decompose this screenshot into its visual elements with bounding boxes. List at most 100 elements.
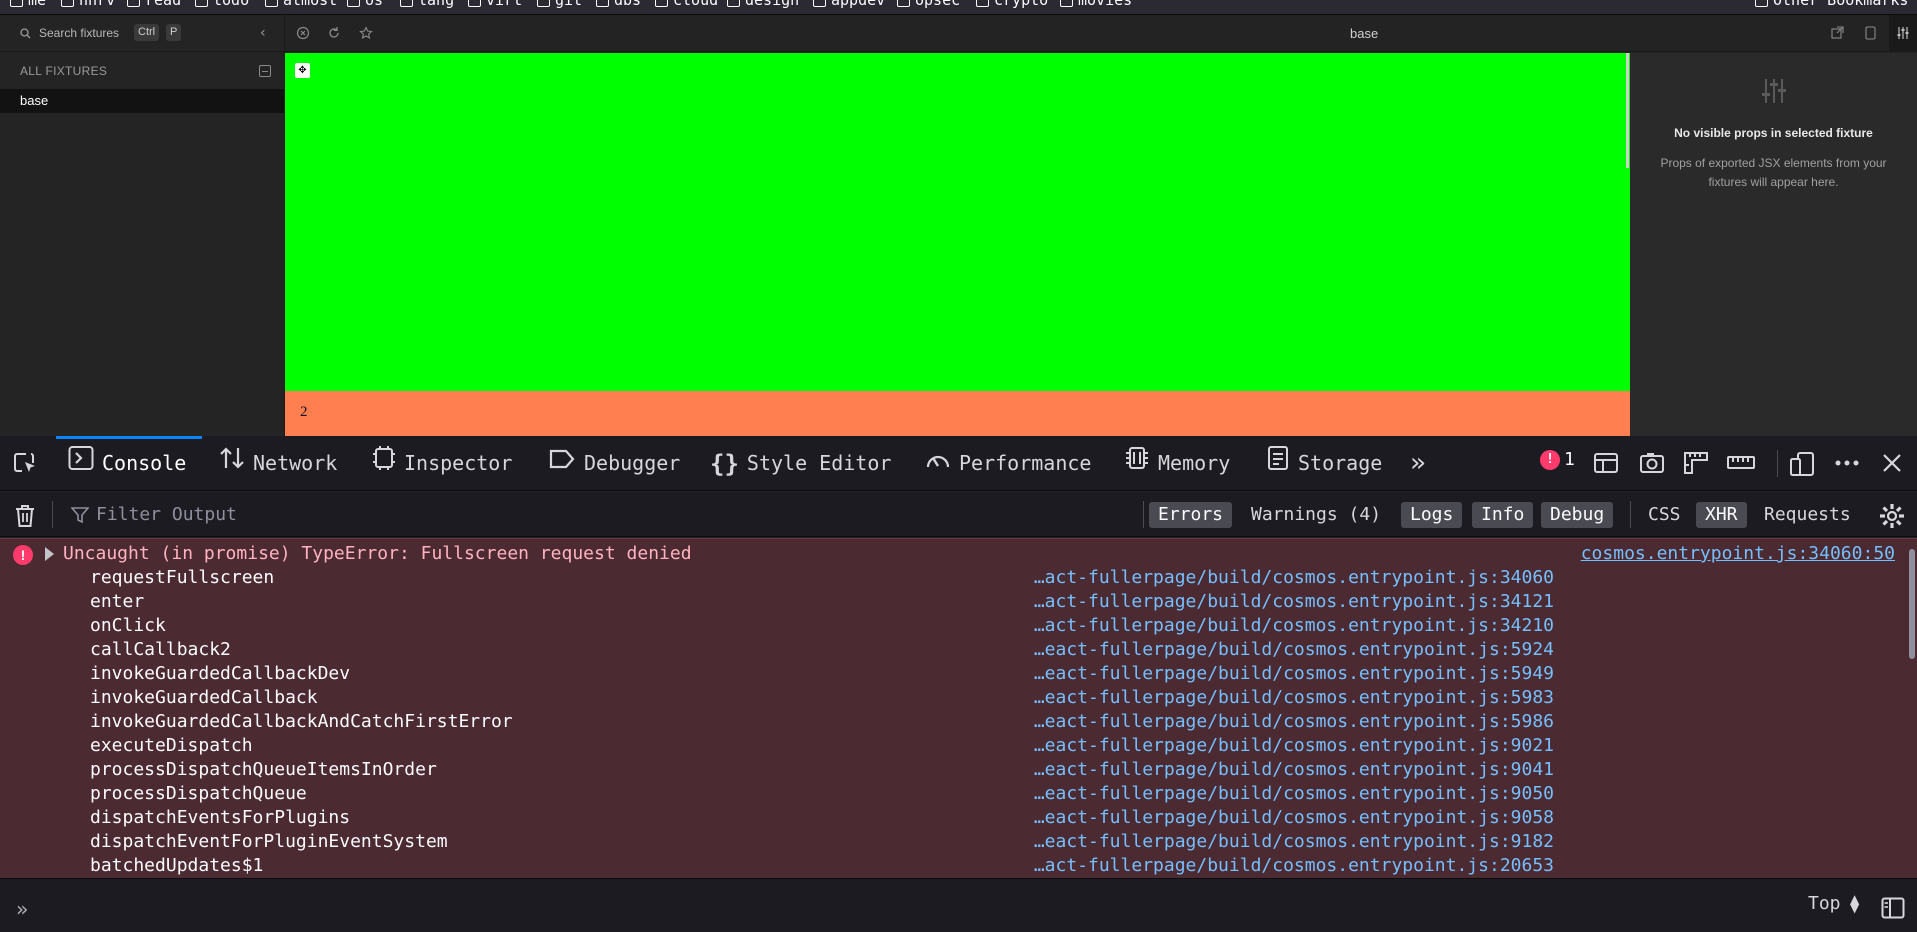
bookmark-folder[interactable]: lang: [400, 0, 454, 9]
console-prompt-icon: »: [16, 897, 29, 921]
expand-arrow-icon[interactable]: [45, 547, 54, 561]
storage-icon: [1266, 437, 1290, 492]
folder-icon: [727, 0, 740, 7]
stack-frame-location[interactable]: …eact-fullerpage/build/cosmos.entrypoint…: [1034, 783, 1554, 804]
tab-style-editor[interactable]: {} Style Editor: [710, 436, 891, 491]
star-icon[interactable]: [359, 26, 373, 43]
filter-errors-button[interactable]: Errors: [1149, 502, 1233, 528]
tab-console[interactable]: Console: [55, 436, 203, 491]
stack-frame-location[interactable]: …eact-fullerpage/build/cosmos.entrypoint…: [1034, 687, 1554, 708]
fixtures-sidebar: Search fixtures Ctrl P ‹ ALL FIXTURES ba…: [0, 15, 285, 436]
stack-frame-location[interactable]: …eact-fullerpage/build/cosmos.entrypoint…: [1034, 663, 1554, 684]
bookmark-folder[interactable]: git: [537, 0, 582, 9]
tab-network[interactable]: Network: [219, 436, 337, 491]
clear-console-icon[interactable]: [14, 503, 36, 529]
bookmark-folder[interactable]: todo: [195, 0, 249, 9]
stack-frame-location[interactable]: …eact-fullerpage/build/cosmos.entrypoint…: [1034, 711, 1554, 732]
error-icon: !: [13, 545, 33, 565]
filter-info-button[interactable]: Info: [1472, 502, 1534, 528]
refresh-icon[interactable]: [327, 26, 341, 43]
other-bookmarks[interactable]: Other Bookmarks: [1755, 0, 1908, 9]
responsive-design-icon[interactable]: [1789, 451, 1815, 477]
context-selector[interactable]: Top: [1808, 893, 1841, 914]
bookmark-folder[interactable]: os: [347, 0, 383, 9]
folder-icon: [596, 0, 609, 7]
fixture-preview[interactable]: ✥ 2: [285, 53, 1630, 436]
filter-output-input[interactable]: [96, 499, 1136, 529]
stack-frame: requestFullscreen …act-fullerpage/build/c…: [0, 567, 1900, 591]
close-fixture-icon[interactable]: [296, 26, 310, 43]
tab-inspector[interactable]: Inspector: [372, 436, 512, 491]
bookmark-label: virt: [486, 0, 523, 9]
bookmark-label: crypto: [994, 0, 1049, 9]
bookmark-folder[interactable]: crypto: [976, 0, 1048, 9]
rulers-icon[interactable]: [1683, 451, 1709, 475]
tab-storage[interactable]: Storage: [1266, 436, 1382, 491]
console-input-row[interactable]: » Top ▲ ▼: [0, 878, 1917, 932]
tab-memory[interactable]: Memory: [1124, 436, 1230, 491]
stack-frame-location[interactable]: …act-fullerpage/build/cosmos.entrypoint.…: [1034, 591, 1554, 612]
stack-frame-location[interactable]: …eact-fullerpage/build/cosmos.entrypoint…: [1034, 831, 1554, 852]
context-chevron-icon[interactable]: ▲ ▼: [1850, 893, 1859, 914]
stack-frame: dispatchEventForPluginEventSystem …eact-f…: [0, 831, 1900, 855]
bookmark-folder[interactable]: virt: [468, 0, 522, 9]
filter-xhr-button[interactable]: XHR: [1696, 502, 1747, 528]
filter-warnings-button[interactable]: Warnings (4): [1242, 502, 1390, 528]
bookmark-label: design: [745, 0, 800, 9]
element-picker-icon[interactable]: [12, 451, 38, 477]
bookmark-folder[interactable]: hnrv: [61, 0, 115, 9]
stack-frame-location[interactable]: …eact-fullerpage/build/cosmos.entrypoint…: [1034, 639, 1554, 660]
responsive-mode-icon[interactable]: [1865, 26, 1876, 43]
bookmarks-bar: me hnrv read todo atmost os lang virt git dbs clou…: [0, 0, 1917, 15]
tab-debugger[interactable]: Debugger: [548, 436, 680, 491]
bookmark-folder[interactable]: cloud: [655, 0, 718, 9]
console-scrollbar[interactable]: [1909, 549, 1915, 659]
stack-frame-function: executeDispatch: [90, 735, 253, 756]
bookmark-folder[interactable]: atmost: [265, 0, 337, 9]
tab-performance[interactable]: Performance: [925, 436, 1091, 491]
bookmark-folder[interactable]: opsec: [897, 0, 960, 9]
error-source-link[interactable]: cosmos.entrypoint.js:34060:50: [1581, 543, 1895, 564]
filter-css-button[interactable]: CSS: [1639, 502, 1690, 528]
more-tabs-icon[interactable]: »: [1410, 436, 1426, 491]
folder-icon: [897, 0, 910, 7]
collapse-sidebar-icon[interactable]: ‹: [260, 25, 266, 41]
folder-icon: [655, 0, 668, 7]
console-settings-icon[interactable]: [1879, 503, 1905, 529]
drag-handle-icon[interactable]: ✥: [295, 63, 310, 78]
stack-frame: executeDispatch …eact-fullerpage/build/co…: [0, 735, 1900, 759]
stack-frame-location[interactable]: …eact-fullerpage/build/cosmos.entrypoint…: [1034, 759, 1554, 780]
bookmark-folder[interactable]: appdev: [813, 0, 885, 9]
bookmark-folder[interactable]: read: [127, 0, 181, 9]
stack-frame-location[interactable]: …eact-fullerpage/build/cosmos.entrypoint…: [1034, 807, 1554, 828]
bookmark-folder[interactable]: dbs: [596, 0, 641, 9]
control-panel-toggle-icon[interactable]: [1889, 15, 1917, 52]
stack-frame-function: dispatchEventsForPlugins: [90, 807, 351, 828]
screenshot-icon[interactable]: [1639, 451, 1665, 475]
bookmark-folder[interactable]: design: [727, 0, 799, 9]
bookmark-folder[interactable]: me: [10, 0, 46, 9]
filter-debug-button[interactable]: Debug: [1541, 502, 1614, 528]
preview-scrollbar[interactable]: [1626, 53, 1629, 168]
error-counter[interactable]: ! 1: [1540, 449, 1575, 470]
fixture-item-base[interactable]: base: [0, 89, 284, 113]
measure-icon[interactable]: [1727, 451, 1755, 475]
more-options-icon[interactable]: [1834, 451, 1860, 475]
collapse-all-icon[interactable]: [259, 65, 271, 77]
stack-frame-location[interactable]: …act-fullerpage/build/cosmos.entrypoint.…: [1034, 855, 1554, 876]
props-empty-description: Props of exported JSX elements from your…: [1660, 156, 1887, 189]
bookmark-label: todo: [213, 0, 250, 9]
filter-requests-button[interactable]: Requests: [1755, 502, 1860, 528]
stack-frame-location[interactable]: …act-fullerpage/build/cosmos.entrypoint.…: [1034, 615, 1554, 636]
stack-frame-function: callCallback2: [90, 639, 231, 660]
close-devtools-icon[interactable]: [1880, 451, 1904, 475]
stack-frame-location[interactable]: …act-fullerpage/build/cosmos.entrypoint.…: [1034, 567, 1554, 588]
open-new-window-icon[interactable]: [1831, 26, 1844, 42]
stack-frame-location[interactable]: …eact-fullerpage/build/cosmos.entrypoint…: [1034, 735, 1554, 756]
filter-logs-button[interactable]: Logs: [1401, 502, 1463, 528]
error-count: 1: [1564, 449, 1575, 470]
toggle-sidebar-icon[interactable]: [1881, 897, 1905, 919]
split-console-icon[interactable]: [1593, 451, 1619, 475]
bookmark-folder[interactable]: movies: [1060, 0, 1132, 9]
fixture-search[interactable]: Search fixtures Ctrl P ‹: [0, 15, 285, 52]
